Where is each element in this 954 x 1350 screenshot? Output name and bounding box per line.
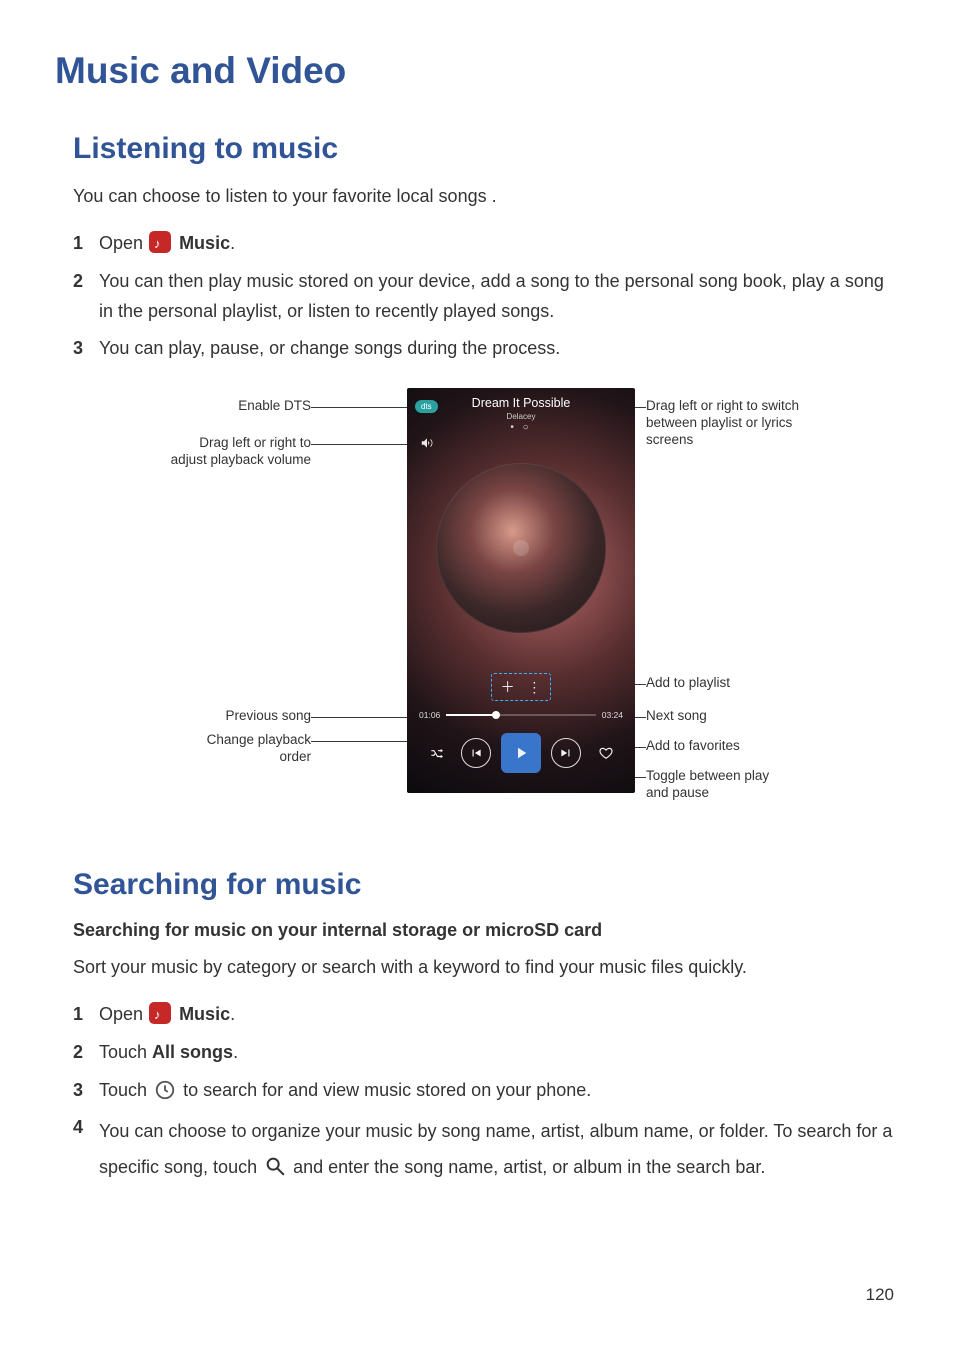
touch-target: All songs (152, 1042, 233, 1062)
progress-row: 01:06 03:24 (419, 710, 623, 720)
step-body: Open Music. (99, 1000, 899, 1030)
music-app-icon (149, 1002, 171, 1024)
previous-button[interactable] (461, 738, 491, 768)
step-row: 2 Touch All songs. (73, 1038, 899, 1068)
callout-enable-dts: Enable DTS (181, 398, 311, 415)
song-artist: Delacey (407, 412, 635, 421)
search-icon (264, 1153, 286, 1175)
page-number: 120 (866, 1285, 894, 1305)
step-row: 3 You can play, pause, or change songs d… (73, 334, 899, 364)
add-playlist-icon[interactable]: ＋ (496, 677, 520, 697)
step-number: 2 (73, 1038, 99, 1068)
step-body: You can then play music stored on your d… (99, 267, 899, 326)
highlight-box: ＋ ⋮ (491, 673, 552, 701)
callout-text: Drag left or right to switch between pla… (646, 398, 799, 447)
doc-title: Music and Video (55, 50, 899, 92)
step-body: Touch All songs. (99, 1038, 899, 1068)
step-text: . (230, 1004, 235, 1024)
step-row: 4 You can choose to organize your music … (73, 1113, 899, 1185)
searching-intro: Sort your music by category or search wi… (73, 955, 899, 980)
step-body: You can play, pause, or change songs dur… (99, 334, 899, 364)
add-row: ＋ ⋮ (407, 673, 635, 701)
callout-text: Enable DTS (238, 398, 311, 413)
step-row: 3 Touch to search for and view music sto… (73, 1076, 899, 1106)
album-art[interactable] (436, 463, 606, 633)
callout-text: Previous song (225, 708, 311, 723)
controls-row (407, 733, 635, 773)
step-text: . (233, 1042, 238, 1062)
song-title: Dream It Possible (407, 396, 635, 410)
listening-intro: You can choose to listen to your favorit… (73, 184, 899, 209)
step-text: Open (99, 1004, 148, 1024)
callout-text: Drag left or right to adjust playback vo… (171, 435, 311, 467)
progress-track[interactable] (446, 714, 595, 716)
step-number: 3 (73, 334, 99, 364)
step-text: to search for and view music stored on y… (183, 1080, 591, 1100)
app-name: Music (179, 1004, 230, 1024)
step-text: and enter the song name, artist, or albu… (293, 1157, 765, 1177)
step-text: Open (99, 233, 148, 253)
favorite-icon[interactable] (592, 739, 620, 767)
phone-screenshot: dts Dream It Possible Delacey • ○ ＋ ⋮ (407, 388, 635, 793)
callout-change-order: Change playback order (171, 732, 311, 766)
section-listening: Listening to music You can choose to lis… (73, 132, 899, 1185)
next-button[interactable] (551, 738, 581, 768)
callout-add-playlist: Add to playlist (646, 675, 730, 692)
callout-switch-screens: Drag left or right to switch between pla… (646, 398, 799, 449)
listening-steps: 1 Open Music. 2 You can then play music … (73, 229, 899, 364)
callout-toggle-play: Toggle between play and pause (646, 768, 769, 802)
step-text: Touch (99, 1080, 152, 1100)
callout-text: Change playback order (207, 732, 311, 764)
page: Music and Video Listening to music You c… (0, 0, 954, 1350)
step-number: 4 (73, 1113, 99, 1185)
callout-text: Next song (646, 708, 707, 723)
searching-subheading: Searching for music on your internal sto… (73, 920, 899, 941)
step-row: 1 Open Music. (73, 229, 899, 259)
app-name: Music (179, 233, 230, 253)
music-player-figure: Enable DTS Drag left or right to adjust … (126, 388, 846, 828)
page-dots[interactable]: • ○ (407, 422, 635, 433)
song-info: Dream It Possible Delacey • ○ (407, 396, 635, 433)
callout-next-song: Next song (646, 708, 707, 725)
step-number: 1 (73, 1000, 99, 1030)
callout-previous-song: Previous song (201, 708, 311, 725)
step-body: Open Music. (99, 229, 899, 259)
step-text: Touch (99, 1042, 152, 1062)
listening-heading: Listening to music (73, 132, 899, 166)
callout-text: Add to playlist (646, 675, 730, 690)
shuffle-icon[interactable] (422, 739, 450, 767)
time-elapsed: 01:06 (419, 710, 440, 720)
step-row: 1 Open Music. (73, 1000, 899, 1030)
step-number: 3 (73, 1076, 99, 1106)
callout-text: Toggle between play and pause (646, 768, 769, 800)
step-body: Touch to search for and view music store… (99, 1076, 899, 1106)
time-total: 03:24 (602, 710, 623, 720)
searching-heading: Searching for music (73, 868, 899, 902)
step-number: 1 (73, 229, 99, 259)
music-app-icon (149, 231, 171, 253)
step-body: You can choose to organize your music by… (99, 1113, 899, 1185)
step-row: 2 You can then play music stored on your… (73, 267, 899, 326)
searching-steps: 1 Open Music. 2 Touch All songs. 3 Touch (73, 1000, 899, 1185)
step-number: 2 (73, 267, 99, 326)
volume-icon[interactable] (419, 436, 435, 453)
callout-text: Add to favorites (646, 738, 740, 753)
step-text: . (230, 233, 235, 253)
more-options-icon[interactable]: ⋮ (522, 677, 546, 697)
play-button[interactable] (501, 733, 541, 773)
callout-drag-volume: Drag left or right to adjust playback vo… (151, 435, 311, 469)
callout-add-favorites: Add to favorites (646, 738, 740, 755)
refresh-scan-icon (154, 1079, 176, 1101)
